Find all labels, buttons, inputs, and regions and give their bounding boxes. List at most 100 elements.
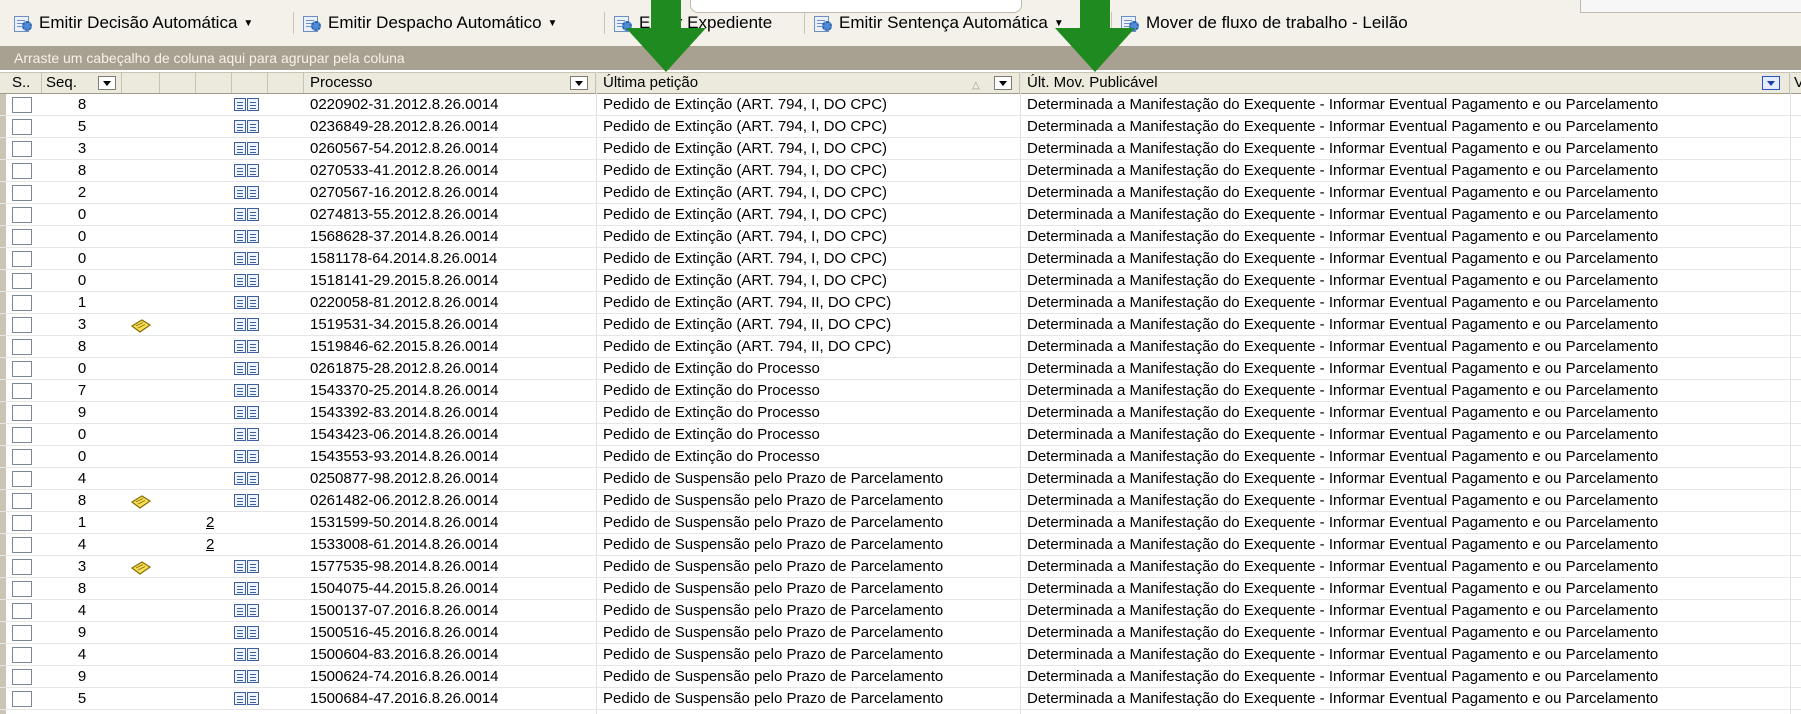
- row-select-checkbox[interactable]: [12, 251, 32, 267]
- row-select-checkbox[interactable]: [12, 295, 32, 311]
- row-select-checkbox[interactable]: [12, 163, 32, 179]
- row-select-checkbox[interactable]: [12, 273, 32, 289]
- row-processo[interactable]: 1543392-83.2014.8.26.0014: [310, 402, 499, 424]
- process-documents-icon[interactable]: [234, 120, 262, 134]
- process-documents-icon[interactable]: [234, 648, 262, 662]
- process-documents-icon[interactable]: [234, 164, 262, 178]
- row-processo[interactable]: 1543370-25.2014.8.26.0014: [310, 380, 499, 402]
- process-documents-icon[interactable]: [234, 582, 262, 596]
- table-row[interactable]: 5 0236849-28.2012.8.26.0014 Pedido de Exti…: [0, 116, 1801, 138]
- row-processo[interactable]: 1504075-44.2015.8.26.0014: [310, 578, 499, 600]
- process-documents-icon[interactable]: [234, 450, 262, 464]
- process-documents-icon[interactable]: [234, 670, 262, 684]
- row-select-checkbox[interactable]: [12, 515, 32, 531]
- chevron-down-icon[interactable]: ▼: [243, 18, 253, 29]
- linked-count-link[interactable]: 2: [206, 534, 214, 556]
- table-row[interactable]: 0 1543423-06.2014.8.26.0014 Pedido de Exti…: [0, 424, 1801, 446]
- table-row[interactable]: 9 1543392-83.2014.8.26.0014 Pedido de Exti…: [0, 402, 1801, 424]
- column-header-links[interactable]: [196, 73, 232, 93]
- row-select-checkbox[interactable]: [12, 647, 32, 663]
- row-processo[interactable]: 1533008-61.2014.8.26.0014: [310, 534, 499, 556]
- filter-active-icon[interactable]: [1762, 76, 1780, 90]
- row-processo[interactable]: 0274813-55.2012.8.26.0014: [310, 204, 499, 226]
- row-processo[interactable]: 1519846-62.2015.8.26.0014: [310, 336, 499, 358]
- group-by-bar[interactable]: Arraste um cabeçalho de coluna aqui para…: [0, 46, 1801, 70]
- row-select-checkbox[interactable]: [12, 581, 32, 597]
- chevron-down-icon[interactable]: ▼: [1054, 18, 1064, 29]
- row-processo[interactable]: 0220058-81.2012.8.26.0014: [310, 292, 499, 314]
- emitir-despacho-button[interactable]: Emitir Despacho Automático ▼: [303, 12, 557, 34]
- column-header-notes[interactable]: [122, 73, 160, 93]
- process-documents-icon[interactable]: [234, 274, 262, 288]
- row-processo[interactable]: 1568628-37.2014.8.26.0014: [310, 226, 499, 248]
- table-row[interactable]: 3 1519531-34.2015.8.26.0014 Pedido de Exti…: [0, 314, 1801, 336]
- row-processo[interactable]: 0236849-28.2012.8.26.0014: [310, 116, 499, 138]
- table-row[interactable]: 3 1577535-98.2014.8.26.0014 Pedido de Susp…: [0, 556, 1801, 578]
- table-row[interactable]: 8 0270533-41.2012.8.26.0014 Pedido de Exti…: [0, 160, 1801, 182]
- table-row[interactable]: 0 1543553-93.2014.8.26.0014 Pedido de Exti…: [0, 446, 1801, 468]
- emitir-decisao-button[interactable]: Emitir Decisão Automática ▼: [14, 12, 253, 34]
- row-select-checkbox[interactable]: [12, 537, 32, 553]
- row-select-checkbox[interactable]: [12, 361, 32, 377]
- process-documents-icon[interactable]: [234, 142, 262, 156]
- row-select-checkbox[interactable]: [12, 669, 32, 685]
- row-processo[interactable]: 1500684-47.2016.8.26.0014: [310, 688, 499, 710]
- table-row[interactable]: 4 0250877-98.2012.8.26.0014 Pedido de Susp…: [0, 468, 1801, 490]
- column-header-blank[interactable]: [160, 73, 196, 93]
- row-select-checkbox[interactable]: [12, 185, 32, 201]
- column-header-select[interactable]: S..: [8, 73, 42, 93]
- row-select-checkbox[interactable]: [12, 97, 32, 113]
- table-row[interactable]: 0 1518141-29.2015.8.26.0014 Pedido de Exti…: [0, 270, 1801, 292]
- process-documents-icon[interactable]: [234, 626, 262, 640]
- row-processo[interactable]: 1543553-93.2014.8.26.0014: [310, 446, 499, 468]
- row-processo[interactable]: 1518141-29.2015.8.26.0014: [310, 270, 499, 292]
- mover-fluxo-button[interactable]: Mover de fluxo de trabalho - Leilão: [1121, 12, 1408, 34]
- row-processo[interactable]: 0220902-31.2012.8.26.0014: [310, 94, 499, 116]
- process-documents-icon[interactable]: [234, 560, 262, 574]
- row-select-checkbox[interactable]: [12, 229, 32, 245]
- table-row[interactable]: 5 1500684-47.2016.8.26.0014 Pedido de Susp…: [0, 688, 1801, 710]
- table-row[interactable]: 4 2 1533008-61.2014.8.26.0014 Pedido de Sus…: [0, 534, 1801, 556]
- row-select-checkbox[interactable]: [12, 339, 32, 355]
- row-processo[interactable]: 1519531-34.2015.8.26.0014: [310, 314, 499, 336]
- row-select-checkbox[interactable]: [12, 317, 32, 333]
- filter-dropdown-icon[interactable]: [994, 76, 1012, 90]
- process-documents-icon[interactable]: [234, 296, 262, 310]
- table-row[interactable]: 7 1543370-25.2014.8.26.0014 Pedido de Exti…: [0, 380, 1801, 402]
- row-processo[interactable]: 0270567-16.2012.8.26.0014: [310, 182, 499, 204]
- row-processo[interactable]: 1581178-64.2014.8.26.0014: [310, 248, 497, 270]
- note-icon[interactable]: [130, 318, 152, 334]
- process-documents-icon[interactable]: [234, 230, 262, 244]
- row-select-checkbox[interactable]: [12, 207, 32, 223]
- row-select-checkbox[interactable]: [12, 493, 32, 509]
- process-documents-icon[interactable]: [234, 252, 262, 266]
- row-processo[interactable]: 1577535-98.2014.8.26.0014: [310, 556, 499, 578]
- process-documents-icon[interactable]: [234, 494, 262, 508]
- row-processo[interactable]: 0261482-06.2012.8.26.0014: [310, 490, 499, 512]
- row-select-checkbox[interactable]: [12, 141, 32, 157]
- filter-dropdown-icon[interactable]: [570, 76, 588, 90]
- process-documents-icon[interactable]: [234, 472, 262, 486]
- table-row[interactable]: 9 1500516-45.2016.8.26.0014 Pedido de Susp…: [0, 622, 1801, 644]
- row-select-checkbox[interactable]: [12, 427, 32, 443]
- row-select-checkbox[interactable]: [12, 383, 32, 399]
- table-row[interactable]: 8 0261482-06.2012.8.26.0014 Pedido de Susp…: [0, 490, 1801, 512]
- table-row[interactable]: 0 0274813-55.2012.8.26.0014 Pedido de Exti…: [0, 204, 1801, 226]
- row-select-checkbox[interactable]: [12, 691, 32, 707]
- process-documents-icon[interactable]: [234, 692, 262, 706]
- note-icon[interactable]: [130, 494, 152, 510]
- column-header-blank[interactable]: [268, 73, 304, 93]
- table-row[interactable]: 2 0270567-16.2012.8.26.0014 Pedido de Exti…: [0, 182, 1801, 204]
- row-processo[interactable]: 1500137-07.2016.8.26.0014: [310, 600, 499, 622]
- filter-dropdown-icon[interactable]: [98, 76, 116, 90]
- process-documents-icon[interactable]: [234, 406, 262, 420]
- process-documents-icon[interactable]: [234, 208, 262, 222]
- row-processo[interactable]: 0250877-98.2012.8.26.0014: [310, 468, 499, 490]
- column-header-seq[interactable]: Seq.: [42, 73, 122, 93]
- process-documents-icon[interactable]: [234, 384, 262, 398]
- note-icon[interactable]: [130, 560, 152, 576]
- row-select-checkbox[interactable]: [12, 471, 32, 487]
- row-select-checkbox[interactable]: [12, 449, 32, 465]
- row-select-checkbox[interactable]: [12, 559, 32, 575]
- column-header-v[interactable]: V: [1790, 73, 1801, 93]
